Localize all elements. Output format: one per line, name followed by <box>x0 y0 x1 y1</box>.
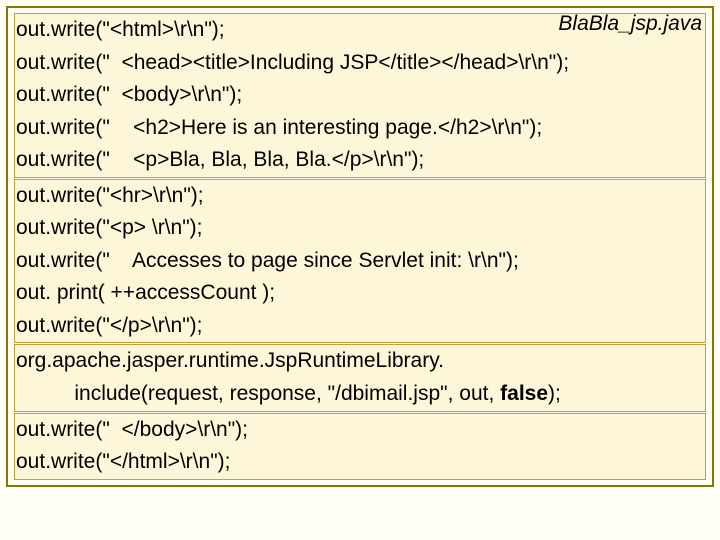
code-text: include(request, response, "/dbimail.jsp… <box>16 382 500 405</box>
code-line: out.write(" <p>Bla, Bla, Bla, Bla.</p>\r… <box>16 144 704 177</box>
code-line: out.write(" <body>\r\n"); <box>16 79 704 112</box>
code-line: out.write("<hr>\r\n"); <box>16 180 704 213</box>
code-line: out.write("</p>\r\n"); <box>16 310 704 343</box>
code-line: out. print( ++accessCount ); <box>16 277 704 310</box>
code-section-4: out.write(" </body>\r\n"); out.write("</… <box>14 413 706 480</box>
code-line: out.write("</html>\r\n"); <box>16 446 704 479</box>
code-section-2: out.write("<hr>\r\n"); out.write("<p> \r… <box>14 179 706 344</box>
slide: BlaBla_jsp.java out.write("<html>\r\n");… <box>0 0 720 540</box>
code-line: out.write(" </body>\r\n"); <box>16 414 704 447</box>
code-section-1: out.write("<html>\r\n"); out.write(" <he… <box>14 13 706 178</box>
code-box: BlaBla_jsp.java out.write("<html>\r\n");… <box>6 6 714 487</box>
code-line: include(request, response, "/dbimail.jsp… <box>16 378 704 411</box>
code-text: ); <box>548 382 561 405</box>
code-line: out.write(" <h2>Here is an interesting p… <box>16 112 704 145</box>
code-line: out.write(" <head><title>Including JSP</… <box>16 47 704 80</box>
code-section-3: org.apache.jasper.runtime.JspRuntimeLibr… <box>14 344 706 411</box>
code-line: org.apache.jasper.runtime.JspRuntimeLibr… <box>16 345 704 378</box>
filename-label: BlaBla_jsp.java <box>558 12 702 36</box>
code-line: out.write("<p> \r\n"); <box>16 212 704 245</box>
code-bold: false <box>500 382 548 405</box>
code-line: out.write(" Accesses to page since Servl… <box>16 245 704 278</box>
